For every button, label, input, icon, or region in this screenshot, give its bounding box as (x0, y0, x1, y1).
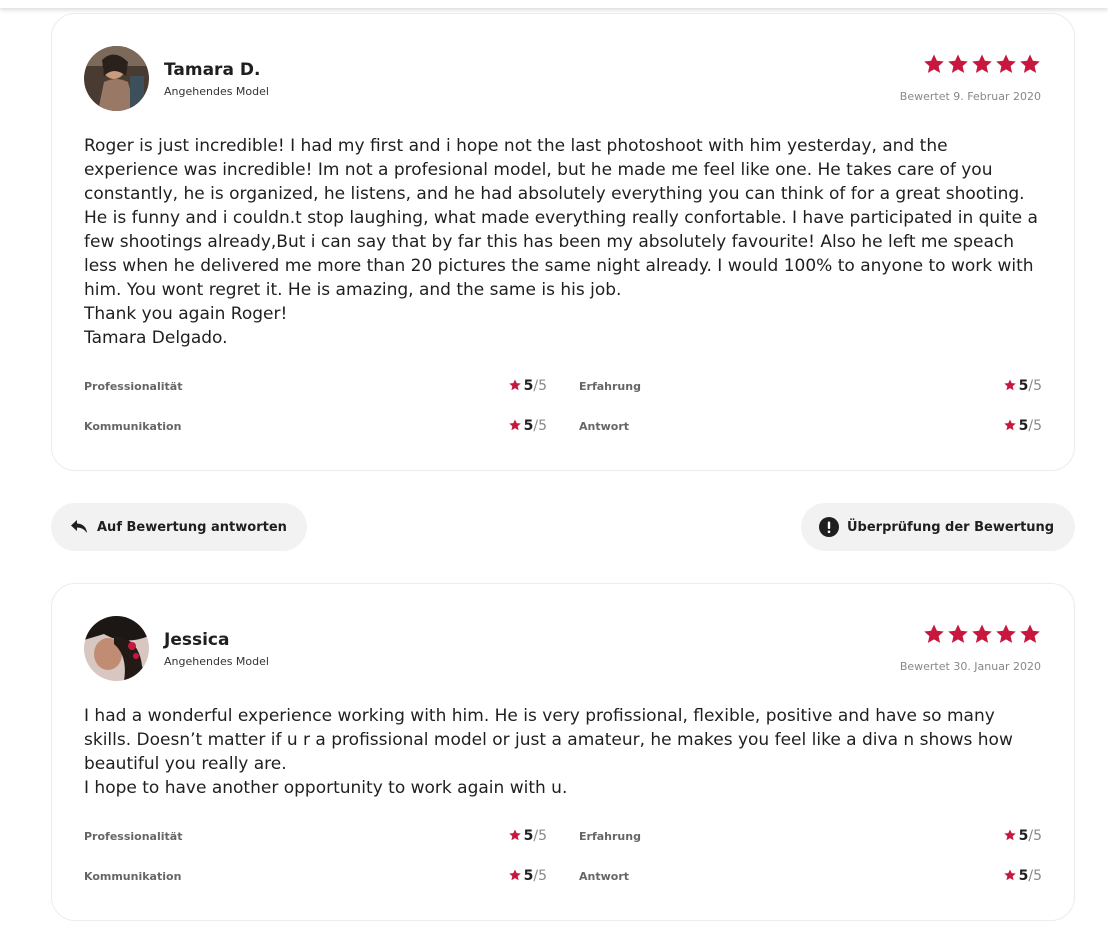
star-icon (508, 378, 521, 390)
rating-score: 5 (523, 418, 534, 434)
rating-score: 5 (523, 378, 534, 394)
rating-response: Antwort 5/5 (579, 416, 1042, 436)
rating-label: Antwort (579, 419, 630, 433)
rating-value: 5/5 (508, 828, 547, 844)
review-paragraph: I had a wonderful experience working wit… (84, 706, 1013, 774)
rating-max: /5 (533, 418, 547, 434)
rating-max: /5 (533, 828, 547, 844)
rating-label: Professionalität (84, 379, 183, 393)
review-card: Tamara D. Angehendes Model Bewertet 9. F… (51, 13, 1075, 471)
rating-label: Erfahrung (579, 829, 641, 843)
rating-label: Antwort (579, 869, 630, 883)
rating-value: 5/5 (508, 868, 547, 884)
rating-professionalism: Professionalität 5/5 (84, 376, 547, 396)
avatar[interactable] (84, 46, 149, 111)
review-paragraph: I hope to have another opportunity to wo… (84, 778, 568, 798)
reviewer-name[interactable]: Jessica (164, 630, 229, 650)
star-icon (1020, 54, 1040, 73)
rating-professionalism: Professionalität 5/5 (84, 826, 547, 846)
rating-max: /5 (533, 378, 547, 394)
review-check-button-label: Überprüfung der Bewertung (847, 519, 1055, 535)
rating-max: /5 (1028, 828, 1042, 844)
star-rating (922, 622, 1042, 646)
rating-label: Professionalität (84, 829, 183, 843)
rating-score: 5 (523, 868, 534, 884)
rating-score: 5 (1018, 378, 1029, 394)
rating-experience: Erfahrung 5/5 (579, 826, 1042, 846)
rating-response: Antwort 5/5 (579, 866, 1042, 886)
rating-value: 5/5 (508, 418, 547, 434)
star-icon (996, 54, 1016, 73)
rating-label: Erfahrung (579, 379, 641, 393)
review-date: Bewertet 30. Januar 2020 (899, 660, 1041, 673)
reviewer-role: Angehendes Model (164, 655, 269, 668)
star-icon (948, 624, 968, 643)
avatar[interactable] (84, 616, 149, 681)
star-icon (508, 868, 521, 880)
rating-score: 5 (1018, 418, 1029, 434)
rating-experience: Erfahrung 5/5 (579, 376, 1042, 396)
star-icon (1003, 378, 1016, 390)
rating-score: 5 (1018, 868, 1029, 884)
rating-communication: Kommunikation 5/5 (84, 416, 547, 436)
star-icon (508, 828, 521, 840)
rating-value: 5/5 (1003, 828, 1042, 844)
rating-label: Kommunikation (84, 869, 182, 883)
review-paragraph: Thank you again Roger! (84, 304, 288, 324)
star-icon (1003, 828, 1016, 840)
reply-arrow-icon (69, 517, 89, 537)
star-icon (948, 54, 968, 73)
star-icon (972, 54, 992, 73)
review-card: Jessica Angehendes Model Bewertet 30. Ja… (51, 583, 1075, 921)
rating-score: 5 (523, 828, 534, 844)
review-check-button[interactable]: Überprüfung der Bewertung (801, 503, 1075, 551)
rating-value: 5/5 (1003, 868, 1042, 884)
rating-label: Kommunikation (84, 419, 182, 433)
rating-communication: Kommunikation 5/5 (84, 866, 547, 886)
review-paragraph: Roger is just incredible! I had my first… (84, 136, 1038, 300)
star-icon (924, 624, 944, 643)
review-date: Bewertet 9. Februar 2020 (899, 90, 1041, 103)
reply-to-review-button[interactable]: Auf Bewertung antworten (51, 503, 307, 551)
alert-circle-icon (819, 517, 839, 537)
star-icon (1020, 624, 1040, 643)
star-icon (924, 54, 944, 73)
top-nav-bar (0, 0, 1108, 8)
star-rating (922, 52, 1042, 76)
rating-max: /5 (1028, 868, 1042, 884)
rating-max: /5 (533, 868, 547, 884)
reviewer-name[interactable]: Tamara D. (164, 60, 260, 80)
star-icon (1003, 868, 1016, 880)
rating-value: 5/5 (1003, 418, 1042, 434)
reply-button-label: Auf Bewertung antworten (97, 519, 287, 535)
star-icon (508, 418, 521, 430)
star-icon (996, 624, 1016, 643)
review-text: Roger is just incredible! I had my first… (84, 134, 1046, 350)
review-text: I had a wonderful experience working wit… (84, 704, 1046, 800)
rating-value: 5/5 (1003, 378, 1042, 394)
reviewer-role: Angehendes Model (164, 85, 269, 98)
rating-score: 5 (1018, 828, 1029, 844)
star-icon (972, 624, 992, 643)
rating-max: /5 (1028, 418, 1042, 434)
star-icon (1003, 418, 1016, 430)
rating-max: /5 (1028, 378, 1042, 394)
rating-value: 5/5 (508, 378, 547, 394)
review-paragraph: Tamara Delgado. (84, 328, 228, 348)
